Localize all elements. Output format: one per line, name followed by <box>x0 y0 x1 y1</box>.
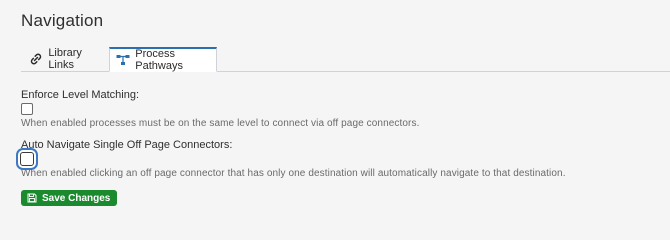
link-icon <box>28 52 43 66</box>
floppy-disk-icon <box>27 193 37 203</box>
page-title: Navigation <box>21 11 104 30</box>
pathway-icon <box>116 53 130 67</box>
tab-bar: Library Links Process Pathways <box>21 47 670 72</box>
tab-library-links-label: Library Links <box>48 47 82 71</box>
enforce-level-matching-label: Enforce Level Matching: <box>21 89 140 101</box>
enforce-level-matching-help: When enabled processes must be on the sa… <box>21 118 420 129</box>
enforce-level-matching-checkbox[interactable] <box>21 103 33 115</box>
save-changes-button[interactable]: Save Changes <box>21 190 118 206</box>
tab-library-links[interactable]: Library Links <box>21 47 108 71</box>
auto-navigate-help: When enabled clicking an off page connec… <box>21 168 566 179</box>
tab-process-pathways-label: Process Pathways <box>135 48 183 72</box>
save-changes-label: Save Changes <box>42 192 111 204</box>
auto-navigate-label: Auto Navigate Single Off Page Connectors… <box>21 139 233 151</box>
tab-process-pathways[interactable]: Process Pathways <box>109 47 217 72</box>
auto-navigate-checkbox[interactable] <box>20 152 34 166</box>
